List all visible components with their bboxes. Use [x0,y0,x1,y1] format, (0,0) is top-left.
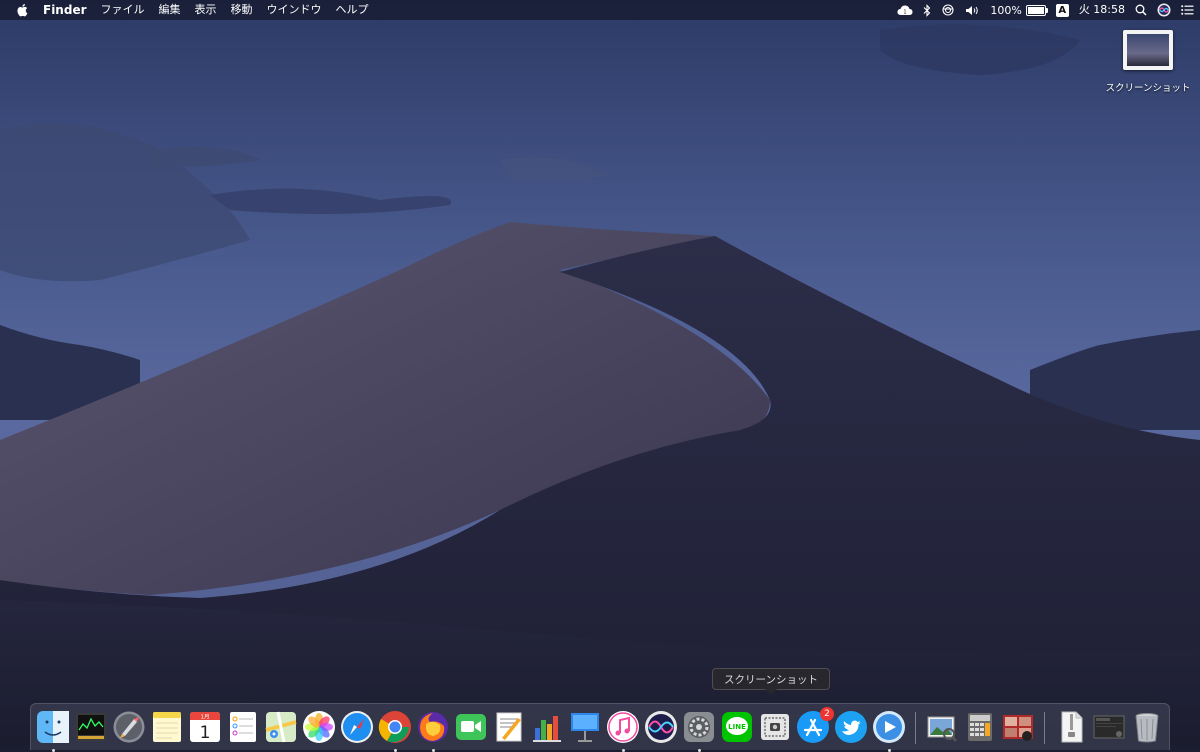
bluetooth-icon[interactable] [923,0,931,20]
spotlight-icon[interactable] [1135,0,1147,20]
keynote-icon [571,713,599,742]
dock-screen-recording[interactable] [1092,710,1126,744]
dock-preview-stack[interactable] [925,710,959,744]
dock-reminders[interactable] [226,710,260,744]
firefox-icon [418,712,448,742]
clock[interactable]: 火 18:58 [1079,0,1125,20]
svg-text:1: 1 [904,9,907,15]
dock-safari[interactable] [340,710,374,744]
photos-icon [303,711,335,743]
pages-icon [496,712,522,742]
twitter-icon [835,711,867,743]
menu-bar: Finder ファイル 編集 表示 移動 ウインドウ ヘルプ 1 100% A … [0,0,1200,20]
battery-icon [1025,4,1048,16]
input-source-label: A [1055,3,1069,17]
dock-finder[interactable] [36,710,70,752]
battery-indicator[interactable]: 100% [990,3,1048,17]
apple-menu-icon[interactable] [8,3,36,17]
dock-separator [915,712,916,744]
safari-icon [341,711,373,743]
trash-icon [1135,713,1159,743]
siri-icon[interactable] [1157,0,1171,20]
dock-calculator-stack[interactable] [963,710,997,744]
dock-pages[interactable] [492,710,526,744]
dock-itunes[interactable] [606,710,640,752]
dock-tooltip: スクリーンショット [712,668,830,695]
notes-icon [153,712,181,742]
launchpad-icon [113,711,145,743]
dock-quicktime[interactable] [872,710,906,752]
dock-separator [1044,712,1045,744]
quicktime-icon [873,711,905,743]
menu-file[interactable]: ファイル [94,0,152,20]
finder-icon [37,711,69,743]
dock-trash[interactable] [1130,710,1164,744]
line-icon: LINE [722,712,752,742]
line-label: LINE [728,723,746,731]
dock-photos[interactable] [302,710,336,744]
dock-facetime[interactable] [454,710,488,744]
dock-firefox[interactable] [416,710,450,752]
dock-line[interactable]: LINE [720,710,754,744]
dock-activity-monitor[interactable] [74,710,108,744]
notification-center-icon[interactable] [1181,0,1194,20]
zip-file-icon [1061,711,1083,743]
activity-monitor-icon [76,713,106,741]
desktop-icon-screenshot-folder[interactable]: スクリーンショット [1100,30,1196,94]
dock-keynote[interactable] [568,710,602,744]
siri-app-icon [645,711,677,743]
dock-archive-file[interactable] [1054,710,1088,744]
numbers-icon [533,716,561,742]
calendar-month: 1月 [201,714,210,721]
chrome-icon [378,711,411,743]
maps-icon [265,711,297,743]
desktop-wallpaper [0,0,1200,750]
screenshot-thumbnail-icon [1123,30,1173,70]
airplay-icon[interactable] [941,0,955,20]
dock-chrome[interactable] [378,710,412,752]
itunes-icon [607,711,639,743]
dock-screenshot[interactable] [758,710,792,744]
dock-numbers[interactable] [530,710,564,744]
menu-help[interactable]: ヘルプ [329,0,376,20]
menu-window[interactable]: ウインドウ [260,0,329,20]
dock-system-preferences[interactable] [682,710,716,752]
input-source-icon[interactable]: A [1055,0,1069,20]
menu-finder[interactable]: Finder [36,0,94,20]
dock: 1月 1 LINE 2 [30,703,1170,752]
dock-calendar[interactable]: 1月 1 [188,710,222,744]
dock-twitter[interactable] [834,710,868,744]
photo-booth-icon [1003,715,1033,741]
calendar-icon: 1月1 [190,712,220,743]
calculator-icon [968,713,992,741]
battery-fill [1027,6,1044,14]
screenshot-icon [761,714,789,740]
screen-recording-icon [1093,715,1125,739]
volume-icon[interactable] [965,0,980,20]
reminders-icon [230,712,256,742]
facetime-icon [456,714,486,740]
dock-app-store[interactable]: 2 [796,707,834,744]
dock-siri[interactable] [644,710,678,744]
calendar-day: 1 [200,723,211,743]
menu-edit[interactable]: 編集 [152,0,188,20]
battery-percent: 100% [990,3,1022,17]
dock-maps[interactable] [264,710,298,744]
dock-photo-booth-stack[interactable] [1001,710,1035,744]
gear-icon [684,712,714,742]
dock-launchpad[interactable] [112,710,146,744]
notification-badge: 2 [820,707,834,721]
creative-cloud-icon[interactable]: 1 [897,0,913,20]
preview-icon [927,716,957,742]
menu-go[interactable]: 移動 [224,0,260,20]
dock-notes[interactable] [150,710,184,744]
menu-view[interactable]: 表示 [188,0,224,20]
desktop-icon-label: スクリーンショット [1105,83,1191,94]
